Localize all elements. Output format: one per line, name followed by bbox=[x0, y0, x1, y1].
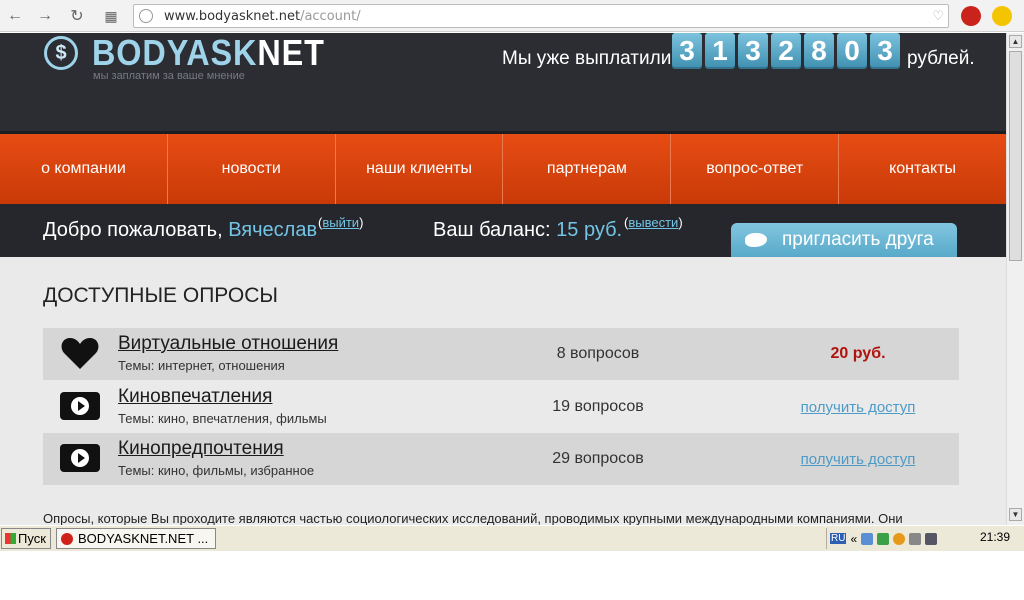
payout-counter: 3 1 3 2 8 0 3 bbox=[672, 33, 900, 69]
survey-title[interactable]: Кинопредпочтения bbox=[118, 438, 284, 460]
username: Вячеслав bbox=[228, 219, 318, 241]
balance: Ваш баланс: 15 руб. bbox=[433, 219, 622, 242]
survey-title[interactable]: Киновпечатления bbox=[118, 386, 272, 408]
main-nav: о компании новости наши клиенты партнера… bbox=[0, 131, 1006, 204]
logout-link[interactable]: выйти bbox=[322, 215, 359, 230]
survey-topics: Темы: интернет, отношения bbox=[118, 358, 285, 373]
counter-digit: 0 bbox=[837, 33, 867, 69]
survey-topics: Темы: кино, фильмы, избранное bbox=[118, 463, 315, 478]
browser-icon bbox=[61, 532, 73, 545]
logo-symbol: $ bbox=[55, 41, 67, 64]
scrollbar-thumb[interactable] bbox=[1009, 51, 1022, 261]
display-icon[interactable] bbox=[925, 532, 938, 545]
url-path: /account/ bbox=[300, 9, 361, 24]
twitter-bird-icon bbox=[745, 233, 767, 247]
section-title: ДОСТУПНЫЕ ОПРОСЫ bbox=[43, 284, 278, 307]
withdraw-link[interactable]: вывести bbox=[628, 215, 678, 230]
survey-question-count: 29 вопросов bbox=[552, 450, 644, 467]
survey-price: 20 руб. bbox=[830, 345, 886, 362]
counter-digit: 8 bbox=[804, 33, 834, 69]
language-indicator[interactable]: RU bbox=[830, 533, 847, 544]
address-bar[interactable]: www.bodyasknet.net/account/ ♡ bbox=[133, 4, 949, 28]
survey-row: Кинопредпочтения Темы: кино, фильмы, изб… bbox=[43, 433, 959, 485]
back-icon[interactable]: ← bbox=[4, 5, 26, 27]
currency-label: рублей. bbox=[907, 48, 975, 69]
page-viewport: $ BODYASKNET мы заплатим за ваше мнение … bbox=[0, 33, 1006, 525]
volume-icon[interactable] bbox=[909, 532, 922, 545]
url-domain: www.bodyasknet.net bbox=[164, 9, 301, 24]
paren-close: ) bbox=[359, 215, 364, 230]
extension-icon[interactable] bbox=[961, 6, 981, 26]
nav-item-faq[interactable]: вопрос-ответ bbox=[671, 134, 840, 204]
nav-item-clients[interactable]: наши клиенты bbox=[336, 134, 504, 204]
balance-label: Ваш баланс: bbox=[433, 219, 551, 241]
site-header: $ BODYASKNET мы заплатим за ваше мнение … bbox=[0, 33, 1006, 131]
counter-digit: 3 bbox=[738, 33, 768, 69]
get-access-link[interactable]: получить доступ bbox=[783, 451, 933, 468]
tray-expand-icon[interactable]: « bbox=[850, 532, 857, 546]
taskbar: Пуск BODYASKNET.NET ... RU « 21:39 bbox=[0, 525, 1024, 551]
nav-item-news[interactable]: новости bbox=[168, 134, 336, 204]
nav-item-about[interactable]: о компании bbox=[0, 134, 168, 204]
balance-value: 15 руб. bbox=[556, 219, 623, 241]
counter-digit: 3 bbox=[870, 33, 900, 69]
logo-net: NET bbox=[257, 33, 325, 73]
greeting: Добро пожаловать, Вячеслав bbox=[43, 219, 317, 242]
tagline: мы заплатим за ваше мнение bbox=[93, 70, 245, 82]
paren-close: ) bbox=[678, 215, 683, 230]
heart-icon bbox=[60, 337, 100, 369]
counter-digit: 3 bbox=[672, 33, 702, 69]
browser-toolbar: ← → ↻ ▦ www.bodyasknet.net/account/ ♡ bbox=[0, 0, 1024, 32]
get-access-link[interactable]: получить доступ bbox=[783, 399, 933, 416]
survey-question-count: 19 вопросов bbox=[552, 398, 644, 415]
logo-main: BODYASK bbox=[92, 33, 258, 73]
nav-item-contacts[interactable]: контакты bbox=[839, 134, 1006, 204]
survey-topics: Темы: кино, впечатления, фильмы bbox=[118, 411, 327, 426]
start-label: Пуск bbox=[18, 531, 46, 546]
start-button[interactable]: Пуск bbox=[1, 528, 51, 549]
survey-row: Виртуальные отношения Темы: интернет, от… bbox=[43, 328, 959, 380]
star-icon[interactable]: ♡ bbox=[932, 8, 944, 24]
taskbar-window-button[interactable]: BODYASKNET.NET ... bbox=[56, 528, 216, 549]
tray-app-icon[interactable] bbox=[877, 532, 890, 545]
site-info-icon[interactable] bbox=[139, 9, 153, 23]
welcome-bar: Добро пожаловать, Вячеслав (выйти) Ваш б… bbox=[0, 204, 1006, 257]
greeting-label: Добро пожаловать, bbox=[43, 219, 223, 241]
invite-label: пригласить друга bbox=[782, 229, 934, 250]
scroll-down-icon[interactable]: ▼ bbox=[1009, 508, 1022, 521]
url-text: www.bodyasknet.net/account/ bbox=[164, 9, 361, 24]
ruble-icon[interactable] bbox=[992, 6, 1012, 26]
survey-title[interactable]: Виртуальные отношения bbox=[118, 333, 338, 355]
counter-digit: 1 bbox=[705, 33, 735, 69]
task-label: BODYASKNET.NET ... bbox=[78, 531, 209, 546]
video-play-icon bbox=[60, 390, 100, 422]
network-icon[interactable] bbox=[861, 532, 874, 545]
video-play-icon bbox=[60, 442, 100, 474]
logo[interactable]: BODYASKNET bbox=[92, 33, 325, 74]
apps-icon[interactable]: ▦ bbox=[100, 5, 122, 27]
survey-question-count: 8 вопросов bbox=[556, 345, 640, 362]
page-scrollbar[interactable]: ▲ ▼ bbox=[1006, 33, 1024, 525]
invite-friend-button[interactable]: пригласить друга bbox=[731, 223, 957, 257]
clock[interactable]: 21:39 bbox=[980, 530, 1010, 544]
logout-group: (выйти) bbox=[318, 215, 363, 230]
counter-digit: 2 bbox=[771, 33, 801, 69]
content-area: ДОСТУПНЫЕ ОПРОСЫ Виртуальные отношения Т… bbox=[0, 257, 1006, 525]
survey-row: Киновпечатления Темы: кино, впечатления,… bbox=[43, 381, 959, 433]
withdraw-group: (вывести) bbox=[624, 215, 683, 230]
scroll-up-icon[interactable]: ▲ bbox=[1009, 35, 1022, 48]
tray-app-icon[interactable] bbox=[893, 532, 906, 545]
nav-item-partners[interactable]: партнерам bbox=[503, 134, 672, 204]
paid-label: Мы уже выплатили bbox=[502, 48, 672, 69]
forward-icon[interactable]: → bbox=[34, 5, 56, 27]
reload-icon[interactable]: ↻ bbox=[66, 5, 88, 27]
logo-coin-icon[interactable]: $ bbox=[44, 36, 78, 70]
surveys-footnote: Опросы, которые Вы проходите являются ча… bbox=[43, 511, 903, 525]
windows-logo-icon bbox=[5, 533, 16, 544]
